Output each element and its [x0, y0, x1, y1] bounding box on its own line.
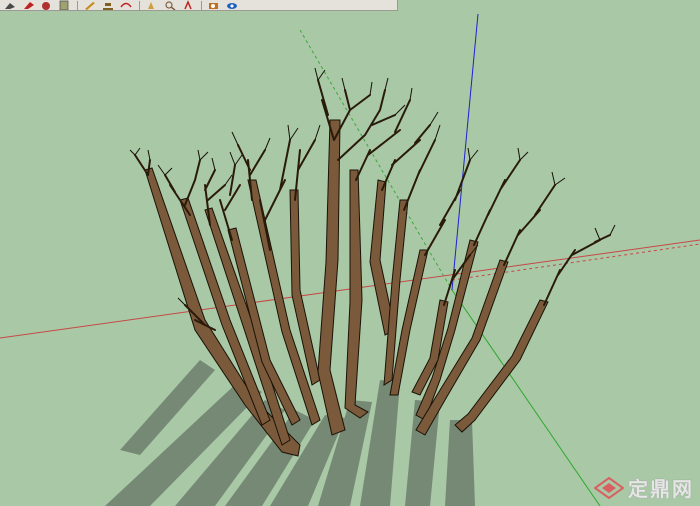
- toolbar-separator: [201, 0, 202, 10]
- toolbar-separator: [139, 0, 140, 10]
- camera-icon: [209, 3, 218, 9]
- green-axis: [451, 289, 601, 506]
- zoom-icon: [165, 1, 176, 10]
- orbit-icon: [120, 2, 132, 8]
- eraser-tool[interactable]: [20, 0, 37, 10]
- paint-bucket-icon: [5, 3, 15, 9]
- main-toolbar: [0, 0, 398, 11]
- orbit-tool[interactable]: [118, 0, 135, 10]
- eye-icon: [227, 3, 237, 9]
- walk-icon: [184, 0, 192, 10]
- pencil-icon: [103, 3, 113, 10]
- push-pull-icon: [59, 0, 69, 10]
- pan-icon: [148, 2, 154, 9]
- push-pull-tool[interactable]: [56, 0, 73, 10]
- red-axis-hidden: [451, 243, 700, 281]
- paint-bucket-tool[interactable]: [2, 0, 19, 10]
- tree-branches: [134, 79, 611, 331]
- scene-canvas[interactable]: [0, 0, 700, 506]
- diamond-logo: [594, 476, 624, 499]
- watermark: 定鼎网: [594, 473, 694, 502]
- move-tool[interactable]: [82, 0, 99, 10]
- walk-tool[interactable]: [180, 0, 197, 10]
- eraser-icon: [24, 2, 34, 9]
- zoom-tool[interactable]: [162, 0, 179, 10]
- model-viewport[interactable]: 定鼎网: [0, 0, 700, 506]
- move-icon: [85, 2, 95, 10]
- tape-measure-tool[interactable]: [38, 0, 55, 10]
- position-camera-tool[interactable]: [206, 0, 223, 10]
- bare-trees-group[interactable]: [144, 119, 549, 457]
- pencil-tool[interactable]: [100, 0, 117, 10]
- look-around-tool[interactable]: [224, 0, 241, 10]
- toolbar-separator: [77, 0, 78, 10]
- pan-tool[interactable]: [144, 0, 161, 10]
- watermark-text: 定鼎网: [628, 479, 694, 501]
- tape-measure-icon: [42, 2, 50, 10]
